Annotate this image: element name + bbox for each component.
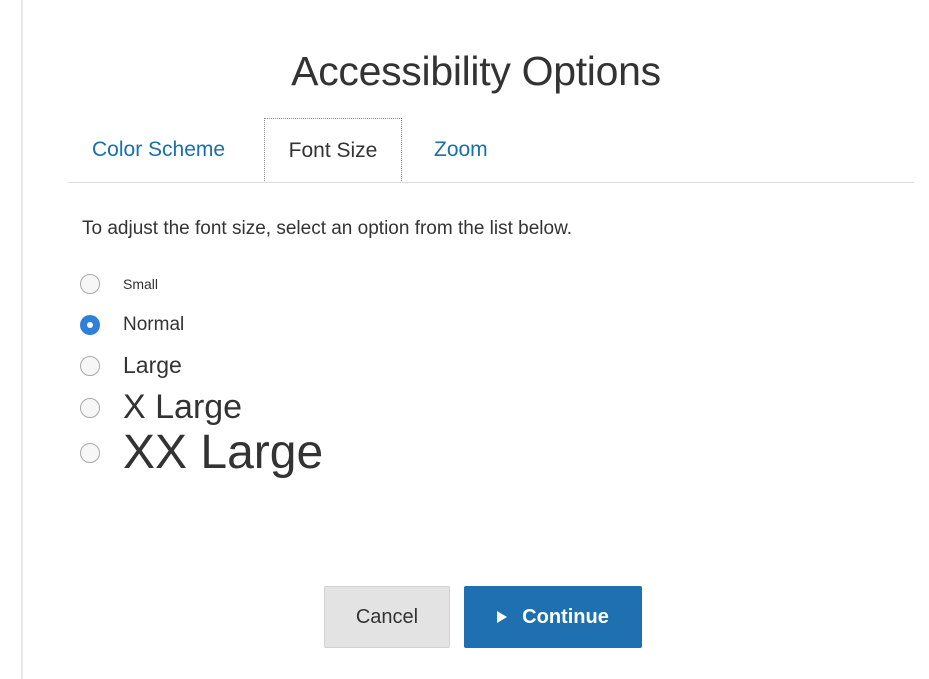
tab-color-scheme[interactable]: Color Scheme — [92, 118, 225, 182]
continue-button[interactable]: Continue — [464, 586, 642, 648]
radio-normal[interactable] — [80, 315, 100, 335]
font-size-option-label: Large — [123, 352, 182, 378]
font-size-option-label: Small — [123, 276, 159, 292]
font-size-option-large[interactable]: Large — [80, 352, 182, 379]
font-size-option-label: XX Large — [123, 426, 324, 479]
dialog-title: Accessibility Options — [291, 48, 661, 94]
play-icon — [497, 611, 508, 623]
font-size-option-xx-large[interactable]: XX Large — [80, 425, 323, 480]
font-size-instructions: To adjust the font size, select an optio… — [82, 218, 573, 239]
tabs-divider — [68, 182, 914, 183]
tab-font-size[interactable]: Font Size — [264, 118, 402, 183]
radio-x-large[interactable] — [80, 397, 100, 418]
radio-xx-large[interactable] — [80, 442, 100, 463]
radio-large[interactable] — [80, 355, 100, 376]
radio-small[interactable] — [80, 274, 100, 294]
continue-button-label: Continue — [522, 605, 609, 628]
font-size-option-small[interactable]: Small — [80, 274, 158, 294]
cancel-button-label: Cancel — [355, 605, 419, 628]
tab-zoom[interactable]: Zoom — [434, 118, 488, 182]
font-size-option-label: X Large — [123, 388, 243, 426]
font-size-option-label: Normal — [123, 314, 185, 335]
cancel-button[interactable]: Cancel — [324, 586, 450, 648]
accessibility-dialog: Accessibility Options Color Scheme Font … — [23, 0, 929, 679]
font-size-option-x-large[interactable]: X Large — [80, 388, 242, 427]
font-size-option-normal[interactable]: Normal — [80, 314, 184, 336]
